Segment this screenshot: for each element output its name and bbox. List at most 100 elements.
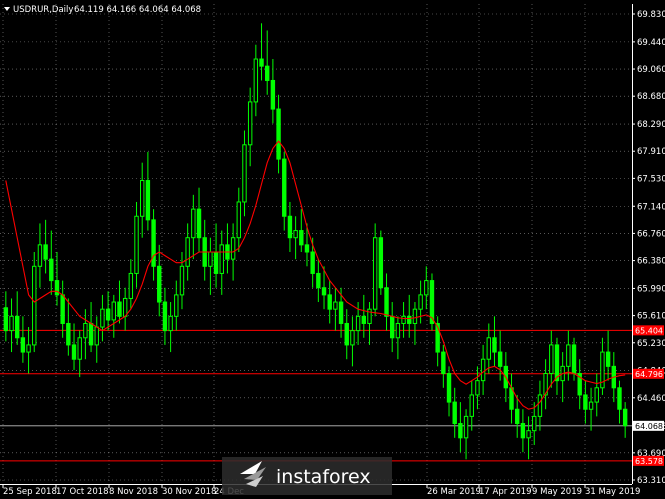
candle-body (333, 301, 338, 310)
candle-body (145, 180, 151, 221)
candle-body (299, 230, 304, 246)
price-tick-label: 65.610 (637, 312, 665, 322)
price-tick-label: 67.530 (637, 174, 665, 184)
candle-body (213, 251, 219, 274)
price-chart[interactable]: 69.830 69.440 69.060 68.680 68.290 67.910 67.5… (0, 0, 665, 499)
candle-body (549, 344, 554, 375)
candle-body (191, 208, 196, 239)
price-tick-label: 67.140 (637, 202, 665, 212)
candle-body (526, 430, 531, 439)
candle-body (622, 408, 628, 427)
candle-body (140, 180, 145, 217)
symbol-label: USDRUR,Daily (13, 5, 73, 15)
candle-body (88, 322, 94, 346)
candle[interactable] (429, 273, 435, 331)
candle-body (151, 219, 156, 267)
candle-body (66, 322, 71, 346)
candle-body (276, 108, 281, 160)
candle-body (418, 294, 423, 310)
candle-body (83, 322, 88, 339)
candle-body (441, 351, 446, 375)
candle[interactable] (372, 223, 378, 317)
time-tick-label: 8 Nov 2018 (109, 487, 158, 497)
candle-body (111, 301, 117, 321)
candle-body (26, 344, 31, 353)
candle-body (395, 322, 401, 339)
candle-body (327, 294, 332, 310)
candle-body (407, 315, 412, 324)
chart-background (0, 0, 665, 499)
candle-body (134, 215, 139, 274)
candle-body (463, 415, 469, 439)
level-price-label: 65.404 (635, 326, 663, 335)
candle-body (424, 280, 429, 296)
time-tick-label: 30 Nov 2018 (162, 487, 216, 497)
candle-body (497, 351, 503, 367)
candle-body (185, 237, 190, 267)
candle-body (9, 315, 14, 332)
candle-body (446, 373, 452, 403)
candle[interactable] (378, 230, 384, 295)
price-tick-label: 68.680 (637, 92, 665, 102)
candle-body (37, 244, 43, 267)
candle-body (128, 272, 134, 299)
price-tick-label: 69.060 (637, 65, 665, 75)
candle-body (594, 387, 599, 403)
candle-body (355, 315, 361, 332)
candle-body (287, 215, 293, 239)
candle-body (515, 408, 520, 425)
level-price-label: 63.578 (635, 457, 663, 466)
candle-body (3, 307, 9, 332)
candle-body (486, 337, 492, 360)
candle-body (532, 415, 537, 432)
candle-body (32, 265, 37, 346)
price-tick-label: 64.460 (637, 394, 665, 404)
candle-body (100, 308, 105, 328)
candle-body (492, 337, 497, 353)
time-tick-label: 25 Sep 2018 (3, 487, 57, 497)
candle-body (77, 337, 82, 360)
candle-body (401, 315, 406, 324)
candle-body (265, 65, 270, 81)
candle-body (338, 301, 344, 324)
logo-text: instaforex (276, 466, 371, 488)
candle-body (304, 244, 310, 253)
candle-body (15, 315, 20, 339)
candle-body (219, 244, 224, 274)
candle-body (168, 315, 173, 332)
candle-body (157, 265, 162, 303)
time-tick-label: 17 Oct 2018 (56, 487, 109, 497)
candle-body (412, 308, 418, 324)
candle-body (162, 301, 168, 332)
candle-body (293, 230, 298, 239)
candle-body (537, 394, 543, 417)
candle-body (310, 251, 315, 274)
candle-body (270, 79, 276, 110)
candle-body (475, 380, 480, 396)
candle-body (458, 423, 463, 439)
candle-body (20, 337, 26, 353)
candle-body (49, 258, 54, 282)
time-tick-label: 9 May 2019 (532, 487, 582, 497)
candle-body (571, 344, 577, 375)
candle-body (94, 326, 99, 346)
price-tick-label: 66.380 (637, 257, 665, 267)
candle-body (566, 344, 571, 367)
time-tick-label: 31 May 2019 (585, 487, 640, 497)
candle-body (554, 344, 560, 382)
candle-body (344, 322, 349, 346)
price-tick-label: 67.910 (637, 147, 665, 157)
candle-body (390, 315, 395, 339)
price-tick-label: 66.760 (637, 229, 665, 239)
candle-body (196, 208, 202, 239)
candle-body (321, 287, 327, 296)
candle-body (350, 330, 355, 346)
instaforex-logo: instaforex (222, 457, 392, 495)
candle-body (361, 315, 367, 324)
candle-body (605, 351, 611, 367)
candle-body (520, 423, 526, 439)
candle-body (588, 401, 594, 410)
price-tick-label: 68.290 (637, 120, 665, 130)
candle-body (372, 237, 378, 310)
candle-body (378, 237, 384, 289)
